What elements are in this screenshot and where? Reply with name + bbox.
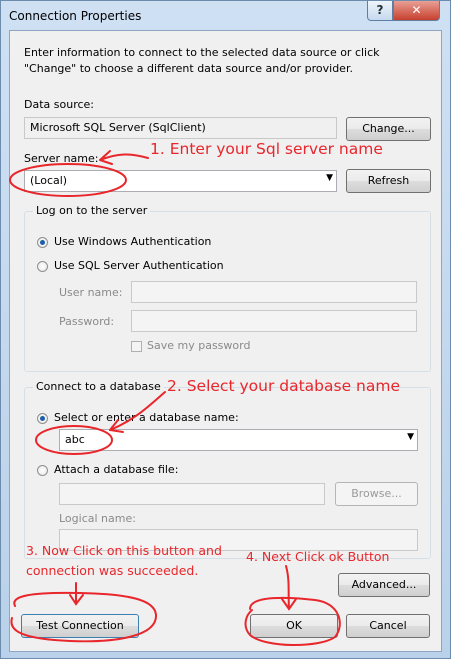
server-name-value: (Local) [30,174,68,187]
server-name-combo[interactable]: (Local) ▼ [24,170,337,192]
database-name-combo[interactable]: abc ▼ [59,429,418,451]
attach-file-radio[interactable] [37,465,48,476]
save-password-checkbox[interactable] [131,341,142,352]
sql-auth-label[interactable]: Use SQL Server Authentication [54,259,224,272]
annotation-step4: 4. Next Click ok Button [246,549,390,564]
server-name-label: Server name: [24,152,99,165]
password-input[interactable] [131,310,417,332]
title-bar: Connection Properties ? ✕ [1,1,450,30]
select-database-radio[interactable] [37,413,48,424]
test-connection-button[interactable]: Test Connection [21,614,139,638]
windows-auth-label[interactable]: Use Windows Authentication [54,235,211,248]
logon-group-title: Log on to the server [33,204,151,217]
attach-file-label[interactable]: Attach a database file: [54,463,178,476]
help-icon: ? [376,3,384,17]
windows-auth-radio[interactable] [37,237,48,248]
help-button[interactable]: ? [367,1,393,21]
user-name-label: User name: [59,286,123,299]
save-password-label: Save my password [147,339,251,352]
database-name-value: abc [65,433,85,446]
database-file-input[interactable] [59,483,325,505]
logical-name-label: Logical name: [59,512,136,525]
database-group-title: Connect to a database [33,380,164,393]
select-database-label[interactable]: Select or enter a database name: [54,411,239,424]
intro-text: Enter information to connect to the sele… [24,46,380,75]
window-title: Connection Properties [9,9,142,23]
annotation-step3-line2: connection was succeeded. [26,563,199,578]
user-name-input[interactable] [131,281,417,303]
database-group: Connect to a database Select or enter a … [24,380,431,559]
data-source-label: Data source: [24,98,94,111]
password-label: Password: [59,315,115,328]
change-button[interactable]: Change... [346,117,431,141]
browse-button[interactable]: Browse... [335,482,418,506]
close-icon: ✕ [411,3,422,17]
annotation-step3-line1: 3. Now Click on this button and [26,543,222,558]
chevron-down-icon[interactable]: ▼ [407,432,414,442]
data-source-field: Microsoft SQL Server (SqlClient) [24,117,337,139]
advanced-button[interactable]: Advanced... [338,573,430,597]
chevron-down-icon[interactable]: ▼ [326,173,333,183]
annotation-step1: 1. Enter your Sql server name [150,140,383,158]
annotation-step2: 2. Select your database name [167,377,400,395]
cancel-button[interactable]: Cancel [346,614,430,638]
sql-auth-radio[interactable] [37,261,48,272]
close-button[interactable]: ✕ [393,1,440,21]
refresh-button[interactable]: Refresh [346,169,431,193]
ok-button[interactable]: OK [250,614,338,638]
logon-group: Log on to the server Use Windows Authent… [24,204,431,372]
